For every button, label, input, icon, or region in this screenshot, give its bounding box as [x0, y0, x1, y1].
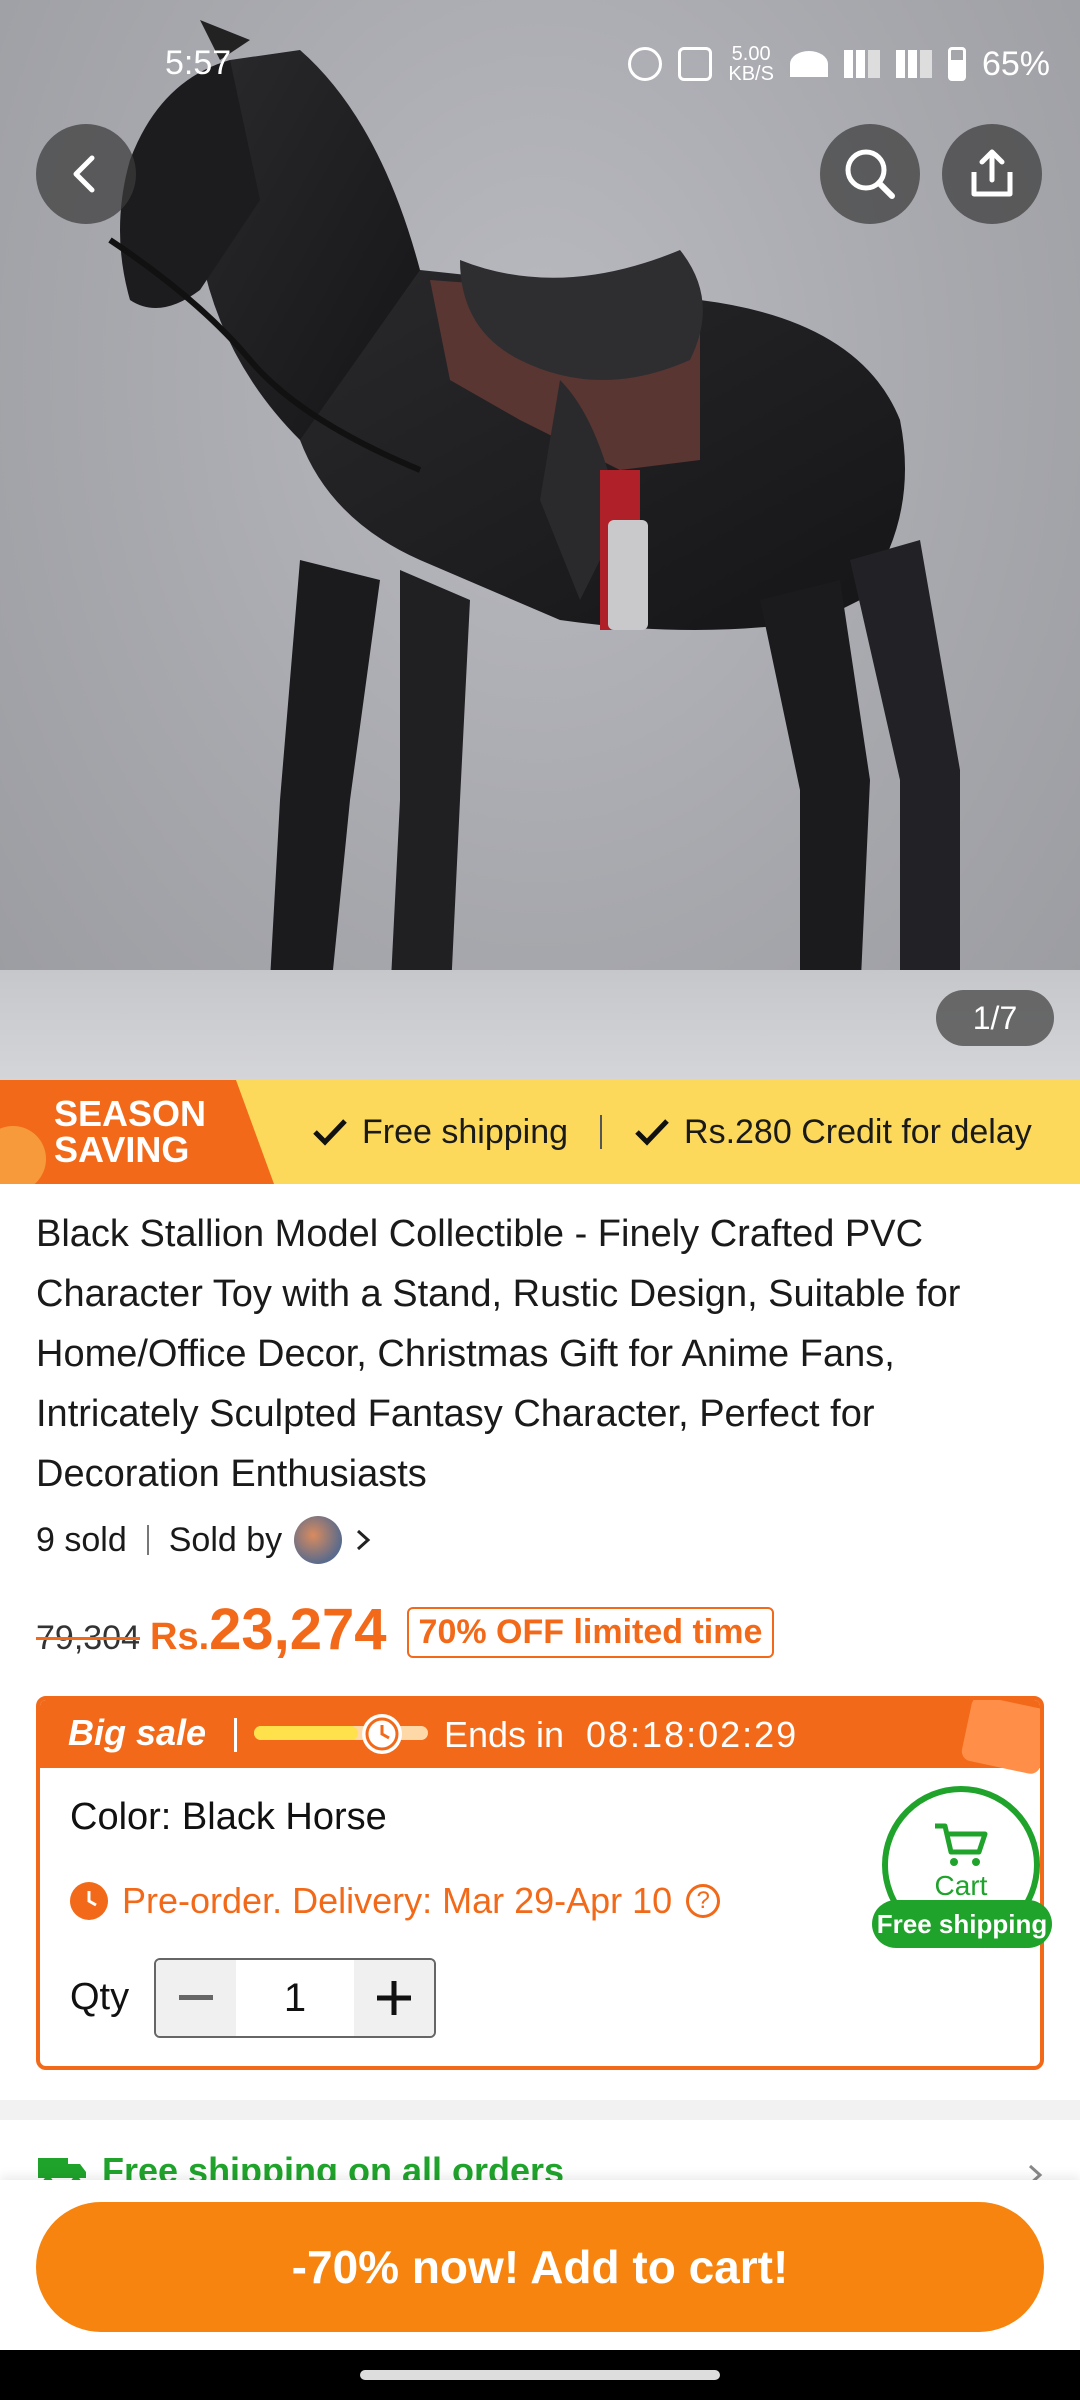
currency-symbol: Rs.: [150, 1616, 210, 1658]
mute-icon: [678, 47, 713, 81]
sale-header-divider: [234, 1718, 237, 1752]
alarm-icon: [628, 47, 663, 81]
discount-tag: 70% OFF limited time: [406, 1607, 775, 1658]
seller-avatar[interactable]: [294, 1516, 343, 1564]
signal-icon: [843, 50, 880, 78]
sold-by-label: Sold by: [168, 1520, 283, 1559]
price-row: 79,304 Rs. 23,274 70% OFF limited time: [36, 1596, 775, 1664]
home-gesture-handle[interactable]: [360, 2370, 720, 2380]
network-speed-unit: KB/S: [728, 63, 774, 85]
qty-minus-button[interactable]: [156, 1960, 236, 2036]
timer-icon: [362, 1714, 402, 1754]
product-title: Black Stallion Model Collectible - Finel…: [36, 1213, 961, 1495]
sale-decoration: [960, 1700, 1040, 1776]
flower-icon: [0, 1126, 46, 1184]
sale-progress-fill: [254, 1726, 359, 1740]
add-to-cart-button[interactable]: -70% now! Add to cart!: [36, 2202, 1044, 2332]
plus-icon: [377, 1981, 411, 2015]
bottom-action-bar: -70% now! Add to cart!: [0, 2180, 1080, 2350]
ends-in-label: Ends in: [444, 1714, 565, 1755]
banner-benefits: Free shipping Rs.280 Credit for delay: [312, 1080, 1032, 1184]
status-time: 5:57: [165, 44, 232, 82]
search-button[interactable]: [820, 124, 920, 224]
cart-free-shipping-badge: Free shipping: [872, 1900, 1052, 1948]
preorder-text: Pre-order. Delivery: Mar 29-Apr 10: [122, 1880, 673, 1921]
share-button[interactable]: [942, 124, 1042, 224]
network-speed: 5.00 KB/S: [728, 44, 774, 84]
qty-value[interactable]: 1: [236, 1960, 354, 2036]
big-sale-label: Big sale: [68, 1712, 207, 1753]
status-icons: 5.00 KB/S 65%: [628, 44, 1050, 84]
benefit-divider: [600, 1115, 603, 1149]
sold-divider: [146, 1525, 149, 1555]
signal-icon-2: [895, 50, 932, 78]
season-saving-text: SEASON SAVING: [54, 1096, 206, 1168]
current-price: 23,274: [209, 1597, 387, 1662]
season-line-1: SEASON: [54, 1093, 207, 1134]
benefit-free-shipping: Free shipping: [362, 1112, 569, 1151]
qty-plus-button[interactable]: [354, 1960, 434, 2036]
sold-row[interactable]: 9 sold Sold by: [36, 1516, 378, 1564]
original-price: 79,304: [36, 1619, 140, 1657]
help-icon[interactable]: ?: [686, 1884, 721, 1918]
season-line-2: SAVING: [54, 1129, 190, 1170]
network-speed-value: 5.00: [731, 43, 771, 65]
countdown-timer: 08:18:02:29: [586, 1714, 799, 1755]
preorder-delivery: Pre-order. Delivery: Mar 29-Apr 10 ?: [70, 1880, 721, 1922]
benefit-credit: Rs.280 Credit for delay: [684, 1112, 1032, 1151]
check-icon: [313, 1119, 347, 1146]
sold-count: 9 sold: [36, 1520, 127, 1559]
chevron-right-icon: [357, 1529, 371, 1551]
minus-icon: [179, 1995, 213, 2000]
qty-label: Qty: [70, 1976, 130, 2018]
clock-icon: [70, 1882, 108, 1920]
promo-banner[interactable]: SEASON SAVING Free shipping Rs.280 Credi…: [0, 1080, 1080, 1184]
share-icon: [971, 149, 1013, 197]
chevron-left-icon: [73, 155, 95, 193]
cart-label: Cart: [934, 1870, 988, 1901]
image-floor: [0, 970, 1080, 1080]
cart-icon: [935, 1823, 988, 1866]
wifi-icon: [789, 51, 828, 77]
section-divider: [0, 2100, 1080, 2120]
back-button[interactable]: [36, 124, 136, 224]
color-selection[interactable]: Color: Black Horse: [70, 1796, 387, 1839]
system-nav-bar: [0, 2350, 1080, 2400]
quantity-stepper: 1: [154, 1958, 436, 2038]
search-icon: [845, 149, 895, 199]
image-counter: 1/7: [936, 990, 1054, 1046]
sale-header: Big sale Ends in 08:18:02:29: [40, 1700, 1040, 1776]
battery-icon: [947, 47, 966, 81]
season-saving-badge: SEASON SAVING: [0, 1080, 274, 1184]
check-icon: [635, 1119, 669, 1146]
battery-percent: 65%: [981, 44, 1050, 83]
